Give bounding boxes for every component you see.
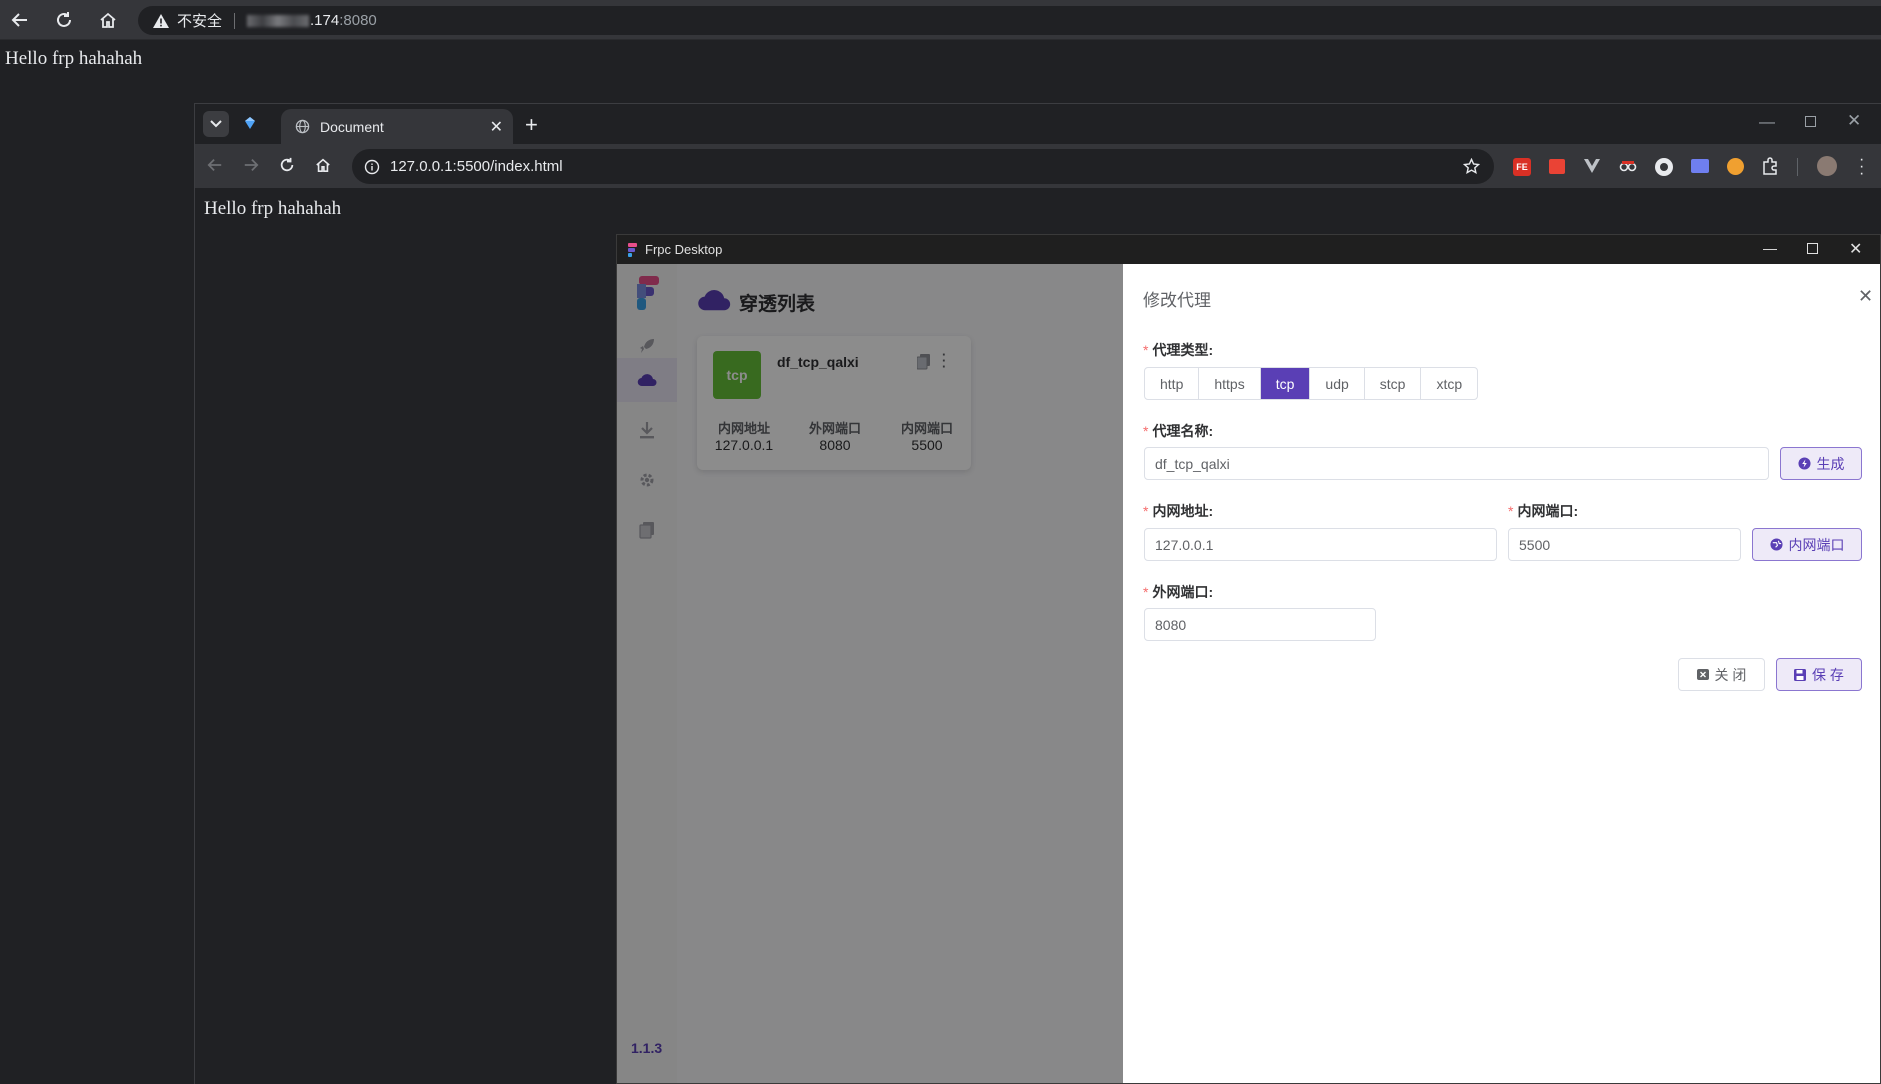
inner-toolbar: 127.0.0.1:5500/index.html FE · · · bbox=[195, 144, 1881, 188]
minimize-icon[interactable]: — bbox=[1763, 240, 1777, 256]
proxy-type-label: * 代理类型: bbox=[1143, 342, 1214, 358]
frpc-window-title: Frpc Desktop bbox=[645, 242, 723, 257]
proxy-type-http[interactable]: http bbox=[1145, 368, 1200, 399]
vue-devtools-icon[interactable] bbox=[1583, 158, 1601, 174]
inner-tab-bar: Document ✕ + — ✕ bbox=[195, 104, 1881, 144]
proxy-type-https[interactable]: https bbox=[1199, 368, 1261, 399]
drawer-overlay[interactable] bbox=[617, 264, 1123, 1083]
proxy-type-stcp[interactable]: stcp bbox=[1365, 368, 1422, 399]
minimize-icon[interactable]: — bbox=[1759, 114, 1775, 132]
drawer-title: 修改代理 bbox=[1143, 291, 1211, 310]
save-button-label: 保 存 bbox=[1812, 666, 1844, 683]
inner-page-text: Hello frp hahahah bbox=[204, 198, 342, 219]
local-ip-input[interactable]: 127.0.0.1 bbox=[1144, 528, 1497, 561]
forward-icon[interactable] bbox=[243, 157, 259, 173]
local-port-label: * 内网端口: bbox=[1508, 503, 1579, 519]
new-tab-icon[interactable]: + bbox=[525, 112, 538, 138]
globe-icon bbox=[295, 119, 310, 134]
outer-page-text: Hello frp hahahah bbox=[5, 48, 143, 69]
globe-icon bbox=[1769, 538, 1783, 551]
tab-title: Document bbox=[320, 118, 384, 135]
menu-dots-icon[interactable]: · · · bbox=[1859, 152, 1864, 182]
save-icon bbox=[1794, 668, 1807, 681]
close-window-icon[interactable]: ✕ bbox=[1849, 239, 1862, 259]
security-label: 不安全 bbox=[177, 13, 223, 30]
proxy-type-udp[interactable]: udp bbox=[1310, 368, 1365, 399]
close-square-icon bbox=[1696, 669, 1709, 680]
generate-name-button[interactable]: 生成 bbox=[1780, 447, 1862, 480]
remote-port-label: * 外网端口: bbox=[1143, 584, 1214, 600]
proxy-name-input[interactable]: df_tcp_qalxi bbox=[1144, 447, 1769, 480]
close-window-icon[interactable]: ✕ bbox=[1847, 111, 1861, 131]
close-tab-icon[interactable]: ✕ bbox=[490, 117, 503, 137]
local-port-button[interactable]: 内网端口 bbox=[1752, 528, 1862, 561]
red-extension-icon[interactable] bbox=[1549, 159, 1565, 174]
save-button[interactable]: 保 存 bbox=[1776, 658, 1862, 691]
frpc-app-icon bbox=[626, 243, 638, 257]
tab-document[interactable]: Document ✕ bbox=[281, 109, 513, 144]
tab-search-button[interactable] bbox=[203, 111, 229, 137]
generate-button-label: 生成 bbox=[1816, 455, 1845, 472]
toolbar-divider bbox=[1797, 158, 1798, 176]
drawer-close-icon[interactable]: ✕ bbox=[1858, 286, 1873, 307]
close-button[interactable]: 关 闭 bbox=[1678, 658, 1765, 691]
cookie-extension-icon[interactable] bbox=[1727, 158, 1744, 175]
reload-icon[interactable] bbox=[279, 157, 295, 173]
site-info-icon[interactable] bbox=[364, 159, 380, 175]
maximize-icon[interactable] bbox=[1805, 116, 1816, 127]
extensions-puzzle-icon[interactable] bbox=[1761, 157, 1779, 175]
outer-browser-toolbar: 不安全 .174:8080 bbox=[0, 0, 1881, 40]
proxy-type-tcp[interactable]: tcp bbox=[1260, 368, 1311, 399]
maximize-icon[interactable] bbox=[1807, 243, 1818, 254]
warning-icon bbox=[153, 13, 169, 28]
fehelper-extension-icon[interactable]: FE bbox=[1513, 158, 1531, 176]
glasses-extension-icon[interactable] bbox=[1619, 158, 1637, 174]
frpc-title-bar: Frpc Desktop — ✕ bbox=[617, 235, 1880, 264]
home-icon[interactable] bbox=[96, 8, 120, 32]
outer-address-bar[interactable]: 不安全 .174:8080 bbox=[138, 6, 1881, 35]
frpc-desktop-window: Frpc Desktop — ✕ 1.1.3 穿透列表 tcp df_tcp_q… bbox=[616, 234, 1881, 1084]
profile-avatar[interactable] bbox=[1817, 156, 1837, 176]
outer-url: .174:8080 bbox=[247, 12, 377, 29]
back-icon[interactable] bbox=[8, 8, 32, 32]
bookmark-star-icon[interactable] bbox=[1463, 158, 1480, 175]
reload-icon[interactable] bbox=[52, 8, 76, 32]
card-extension-icon[interactable] bbox=[1691, 159, 1709, 173]
proxy-type-xtcp[interactable]: xtcp bbox=[1421, 368, 1477, 399]
local-port-button-label: 内网端口 bbox=[1788, 536, 1845, 553]
edit-proxy-drawer: 修改代理 ✕ * 代理类型: http https tcp udp stcp xt… bbox=[1123, 264, 1880, 1083]
chevron-down-icon bbox=[210, 120, 222, 128]
local-port-input[interactable]: 5500 bbox=[1508, 528, 1741, 561]
remote-port-input[interactable]: 8080 bbox=[1144, 608, 1376, 641]
circle-extension-icon[interactable] bbox=[1655, 158, 1673, 176]
proxy-type-selector: http https tcp udp stcp xtcp bbox=[1144, 367, 1479, 400]
proxy-name-label: * 代理名称: bbox=[1143, 423, 1214, 439]
inner-address-bar[interactable]: 127.0.0.1:5500/index.html bbox=[352, 149, 1494, 184]
close-button-label: 关 闭 bbox=[1714, 666, 1747, 683]
local-ip-label: * 内网地址: bbox=[1143, 503, 1214, 519]
back-icon[interactable] bbox=[207, 157, 223, 173]
home-icon[interactable] bbox=[315, 157, 331, 173]
inner-url: 127.0.0.1:5500/index.html bbox=[390, 158, 563, 175]
pinned-tab-icon[interactable] bbox=[243, 116, 257, 130]
bolt-icon bbox=[1797, 457, 1811, 470]
